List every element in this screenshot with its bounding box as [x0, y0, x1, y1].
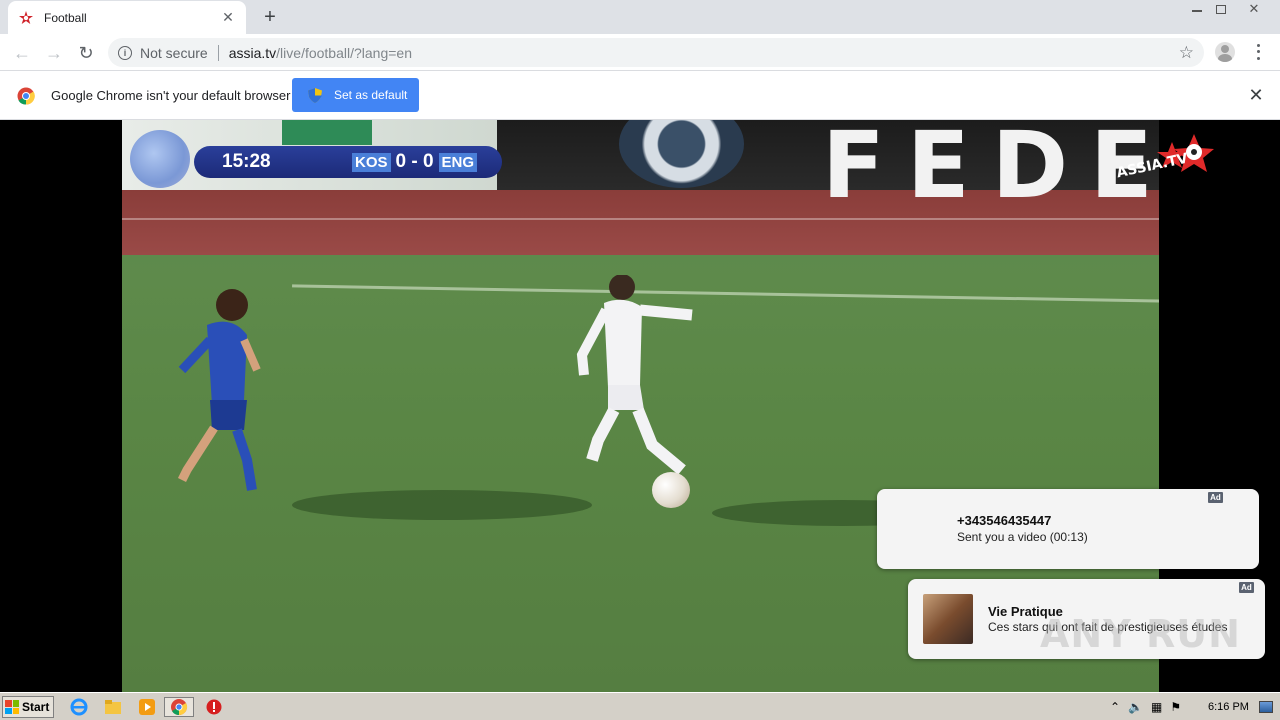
infobar-close-icon[interactable]: ✕: [1246, 85, 1266, 105]
start-label: Start: [22, 700, 50, 714]
ie-icon[interactable]: [68, 697, 90, 717]
notification-sender: +343546435447: [957, 513, 1052, 528]
windows-taskbar: Start ⌃ 🔈 ▦ ⚑ 6:16 PM: [0, 692, 1280, 720]
infobar-message: Google Chrome isn't your default browser: [51, 88, 291, 103]
shield-icon: [308, 87, 322, 103]
pitch-line: [292, 284, 1159, 303]
address-bar[interactable]: i Not secure assia.tv /live/football/?la…: [108, 38, 1204, 67]
chrome-menu-icon[interactable]: [1250, 42, 1266, 62]
tab-close-icon[interactable]: ✕: [220, 9, 236, 26]
set-as-default-label: Set as default: [334, 88, 408, 102]
info-icon[interactable]: i: [118, 45, 132, 60]
notification-text: Sent you a video (00:13): [957, 530, 1088, 544]
minimize-button[interactable]: [1185, 0, 1209, 18]
player-blue: [177, 289, 261, 491]
stop-icon[interactable]: [203, 697, 225, 717]
ad-badge: Ad: [1208, 492, 1223, 503]
url-path: /live/football/?lang=en: [276, 44, 412, 61]
stadium-banner-green: [282, 120, 372, 145]
notification-thumbnail: [923, 594, 973, 644]
chrome-logo-icon: [17, 87, 35, 105]
new-tab-button[interactable]: +: [258, 5, 282, 29]
network-icon[interactable]: ▦: [1151, 700, 1162, 714]
page-content: FEDE 15:28 KOS 0 - 0 ENG ASSIA.TV Ad +34…: [0, 120, 1280, 692]
tab-football[interactable]: Football ✕: [8, 1, 246, 34]
url-host: assia.tv: [228, 44, 277, 61]
tray-expand-icon[interactable]: ⌃: [1110, 700, 1120, 714]
back-button[interactable]: ←: [9, 40, 35, 66]
match-clock: 15:28: [222, 151, 271, 172]
forward-button[interactable]: →: [41, 40, 67, 66]
restore-button[interactable]: [1209, 0, 1233, 18]
chrome-taskbar-button[interactable]: [164, 697, 194, 717]
action-center-flag-icon[interactable]: ⚑: [1170, 700, 1181, 714]
show-desktop-button[interactable]: [1259, 701, 1273, 713]
start-button[interactable]: Start: [2, 696, 54, 718]
tab-strip: Football ✕ + ✕: [0, 0, 1280, 34]
browser-toolbar: ← → ↻ i Not secure assia.tv /live/footba…: [0, 34, 1280, 71]
away-team: ENG: [438, 152, 478, 172]
scorebug: 15:28 KOS 0 - 0 ENG: [194, 146, 502, 178]
track-line: [122, 218, 1159, 220]
football: [652, 472, 690, 508]
taskbar-clock[interactable]: 6:16 PM: [1208, 701, 1249, 713]
default-browser-infobar: Google Chrome isn't your default browser…: [0, 71, 1280, 120]
player-white: [576, 275, 693, 475]
push-notification[interactable]: Ad +343546435447 Sent you a video (00:13…: [877, 489, 1259, 569]
broadcast-globe-icon: [130, 130, 190, 188]
media-player-icon[interactable]: [136, 697, 158, 717]
stadium-text: FEDE: [822, 120, 1159, 219]
anyrun-watermark: ANY RUN: [1040, 612, 1241, 656]
set-as-default-button[interactable]: Set as default: [292, 78, 419, 112]
ad-badge: Ad: [1239, 582, 1254, 593]
profile-avatar-icon[interactable]: [1215, 42, 1235, 62]
divider: [217, 44, 219, 61]
tab-title: Football: [44, 10, 87, 25]
bookmark-star-icon[interactable]: ☆: [1179, 43, 1194, 63]
home-team: KOS: [352, 152, 391, 172]
explorer-folder-icon[interactable]: [102, 697, 124, 717]
volume-icon[interactable]: 🔈: [1128, 700, 1143, 714]
score: 0 - 0: [395, 151, 434, 172]
reload-button[interactable]: ↻: [73, 40, 99, 66]
assia-tv-logo: ASSIA.TV: [1112, 132, 1217, 182]
federation-crest: [619, 120, 744, 188]
security-status: Not secure: [140, 44, 208, 61]
close-window-button[interactable]: ✕: [1241, 0, 1267, 18]
assia-favicon-icon: [18, 10, 34, 26]
windows-flag-icon: [5, 700, 19, 714]
player-shadow: [292, 490, 592, 520]
